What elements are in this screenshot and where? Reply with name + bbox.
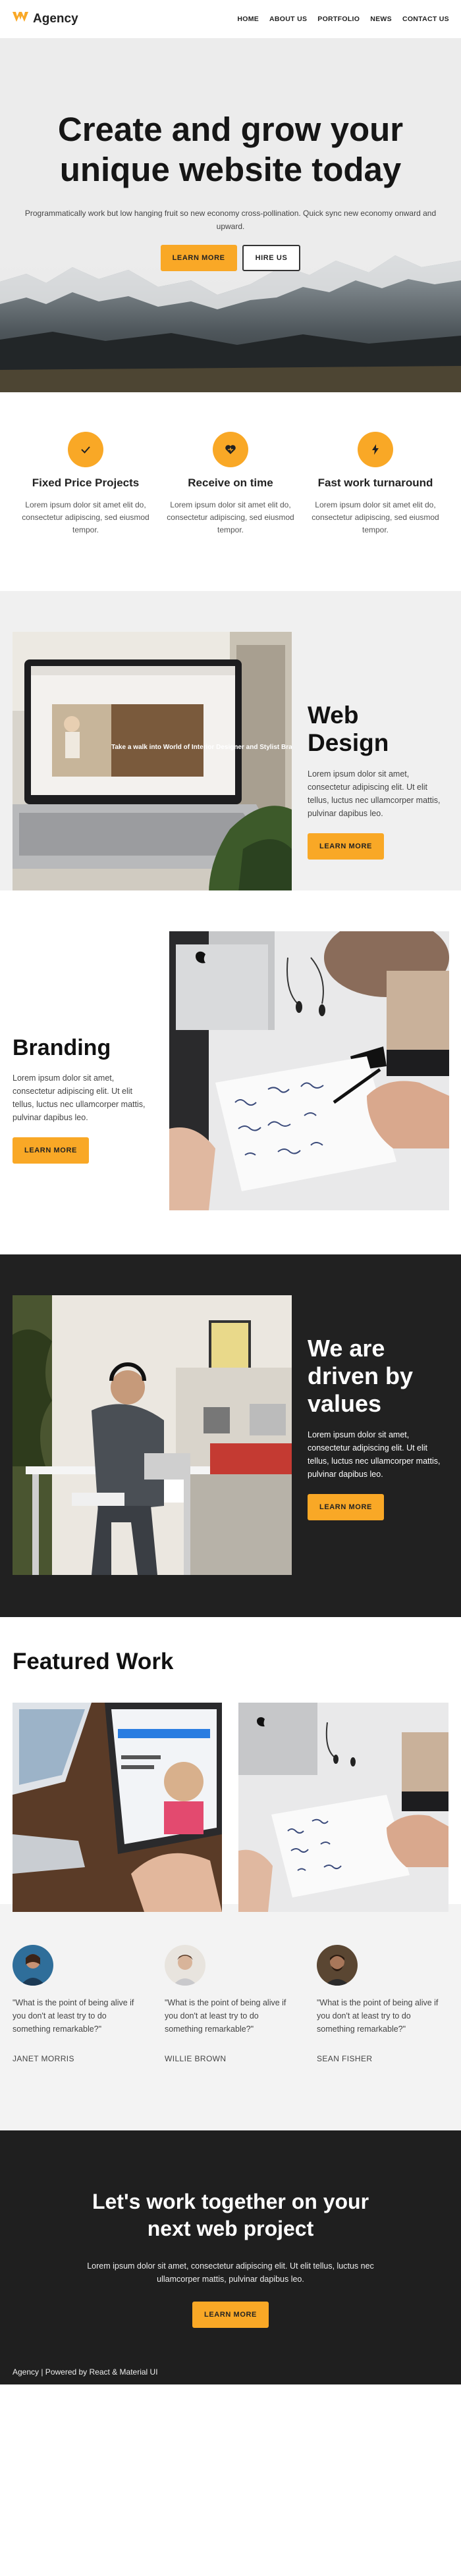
top-navbar: Agency HOME ABOUT US PORTFOLIO NEWS CONT… xyxy=(0,0,461,38)
hire-us-button[interactable]: HIRE US xyxy=(242,245,301,271)
brand[interactable]: Agency xyxy=(12,11,78,28)
feature-title: Fixed Price Projects xyxy=(32,477,140,489)
hero-title-line-1: Create and grow your xyxy=(57,111,404,148)
lightning-icon xyxy=(358,432,393,467)
nav-link-home[interactable]: HOME xyxy=(237,15,259,23)
cta-title: Let's work together on your next web pro… xyxy=(0,2188,461,2242)
nav-link-contact-us[interactable]: CONTACT US xyxy=(402,15,449,23)
laptop-image: Take a walk into World of Interior Desig… xyxy=(13,632,292,911)
testimonials-section: "What is the point of being alive if you… xyxy=(0,1904,461,2130)
nav-link-news[interactable]: NEWS xyxy=(370,15,392,23)
avatar xyxy=(317,1945,358,1986)
web-design-section: Take a walk into World of Interior Desig… xyxy=(0,591,461,911)
feature-fast-turnaround: Fast work turnaround Lorem ipsum dolor s… xyxy=(310,432,441,591)
feature-text: Lorem ipsum dolor sit amet elit do, cons… xyxy=(22,500,149,534)
section-title: We are driven by values xyxy=(308,1335,446,1418)
nav-link-portfolio[interactable]: PORTFOLIO xyxy=(317,15,360,23)
testimonial-card: "What is the point of being alive if you… xyxy=(317,1945,448,2130)
avatar xyxy=(165,1945,205,1986)
learn-more-button[interactable]: LEARN MORE xyxy=(192,2302,269,2328)
testimonial-name: JANET MORRIS xyxy=(13,2054,74,2063)
footer-text: Agency | Powered by React & Material UI xyxy=(13,2367,158,2377)
nav-link-about-us[interactable]: ABOUT US xyxy=(269,15,307,23)
learn-more-button[interactable]: LEARN MORE xyxy=(160,245,237,271)
testimonial-name: WILLIE BROWN xyxy=(165,2054,227,2063)
section-title: Branding xyxy=(13,1035,111,1060)
branding-text: Branding Lorem ipsum dolor sit amet, con… xyxy=(13,1035,151,1164)
section-text: Lorem ipsum dolor sit amet, consectetur … xyxy=(308,769,441,818)
learn-more-button[interactable]: LEARN MORE xyxy=(13,1137,89,1164)
learn-more-button[interactable]: LEARN MORE xyxy=(308,1494,384,1520)
featured-work-section: Featured Work xyxy=(0,1617,461,1912)
section-title: Web Design xyxy=(308,702,389,756)
values-title-line-1: We are xyxy=(308,1335,385,1362)
avatar xyxy=(13,1945,53,1986)
values-title-line-2: driven by xyxy=(308,1362,414,1389)
feature-text: Lorem ipsum dolor sit amet elit do, cons… xyxy=(312,500,439,534)
laptop-screen-caption: Take a walk into World of Interior Desig… xyxy=(111,744,292,751)
testimonial-quote: "What is the point of being alive if you… xyxy=(317,1998,439,2034)
testimonial-quote: "What is the point of being alive if you… xyxy=(165,1998,286,2034)
values-text: We are driven by values Lorem ipsum dolo… xyxy=(308,1335,446,1520)
feature-text: Lorem ipsum dolor sit amet elit do, cons… xyxy=(167,500,294,534)
web-design-text: Web Design Lorem ipsum dolor sit amet, c… xyxy=(308,702,446,860)
section-text: Lorem ipsum dolor sit amet, consectetur … xyxy=(13,1073,146,1122)
logo-icon xyxy=(12,11,29,28)
testimonial-card: "What is the point of being alive if you… xyxy=(13,1945,144,2130)
testimonial-quote: "What is the point of being alive if you… xyxy=(13,1998,134,2034)
cta-section: Let's work together on your next web pro… xyxy=(0,2130,461,2384)
handwriting-image xyxy=(169,931,449,1210)
learn-more-button[interactable]: LEARN MORE xyxy=(308,833,384,860)
hero-title: Create and grow your unique website toda… xyxy=(0,109,461,190)
section-text: Lorem ipsum dolor sit amet, consectetur … xyxy=(308,1430,441,1479)
heart-icon xyxy=(213,432,248,467)
work-item-2[interactable] xyxy=(238,1703,448,1912)
hero-content: Create and grow your unique website toda… xyxy=(0,38,461,271)
feature-fixed-price: Fixed Price Projects Lorem ipsum dolor s… xyxy=(20,432,151,591)
features-section: Fixed Price Projects Lorem ipsum dolor s… xyxy=(0,392,461,591)
office-image xyxy=(13,1295,292,1575)
check-icon xyxy=(68,432,103,467)
cta-title-line-1: Let's work together on your xyxy=(92,2190,369,2213)
testimonial-card: "What is the point of being alive if you… xyxy=(165,1945,296,2130)
hero-title-line-2: unique website today xyxy=(59,151,402,188)
values-title-line-3: values xyxy=(308,1390,382,1417)
cta-text: Lorem ipsum dolor sit amet, consectetur … xyxy=(87,2261,374,2284)
brand-name: Agency xyxy=(33,12,78,26)
values-section: We are driven by values Lorem ipsum dolo… xyxy=(0,1254,461,1617)
cta-title-line-2: next web project xyxy=(147,2217,314,2240)
section-title: Featured Work xyxy=(13,1649,174,1674)
hero-section: Create and grow your unique website toda… xyxy=(0,38,461,392)
hero-buttons: LEARN MORE HIRE US xyxy=(0,245,461,271)
feature-receive-on-time: Receive on time Lorem ipsum dolor sit am… xyxy=(165,432,296,591)
hero-subtitle: Programmatically work but low hanging fr… xyxy=(24,209,437,231)
feature-title: Fast work turnaround xyxy=(317,477,433,489)
work-item-1[interactable] xyxy=(13,1703,222,1912)
testimonial-name: SEAN FISHER xyxy=(317,2054,373,2063)
nav-links: HOME ABOUT US PORTFOLIO NEWS CONTACT US xyxy=(237,15,449,23)
feature-title: Receive on time xyxy=(188,477,273,489)
branding-section: Branding Lorem ipsum dolor sit amet, con… xyxy=(0,890,461,1254)
